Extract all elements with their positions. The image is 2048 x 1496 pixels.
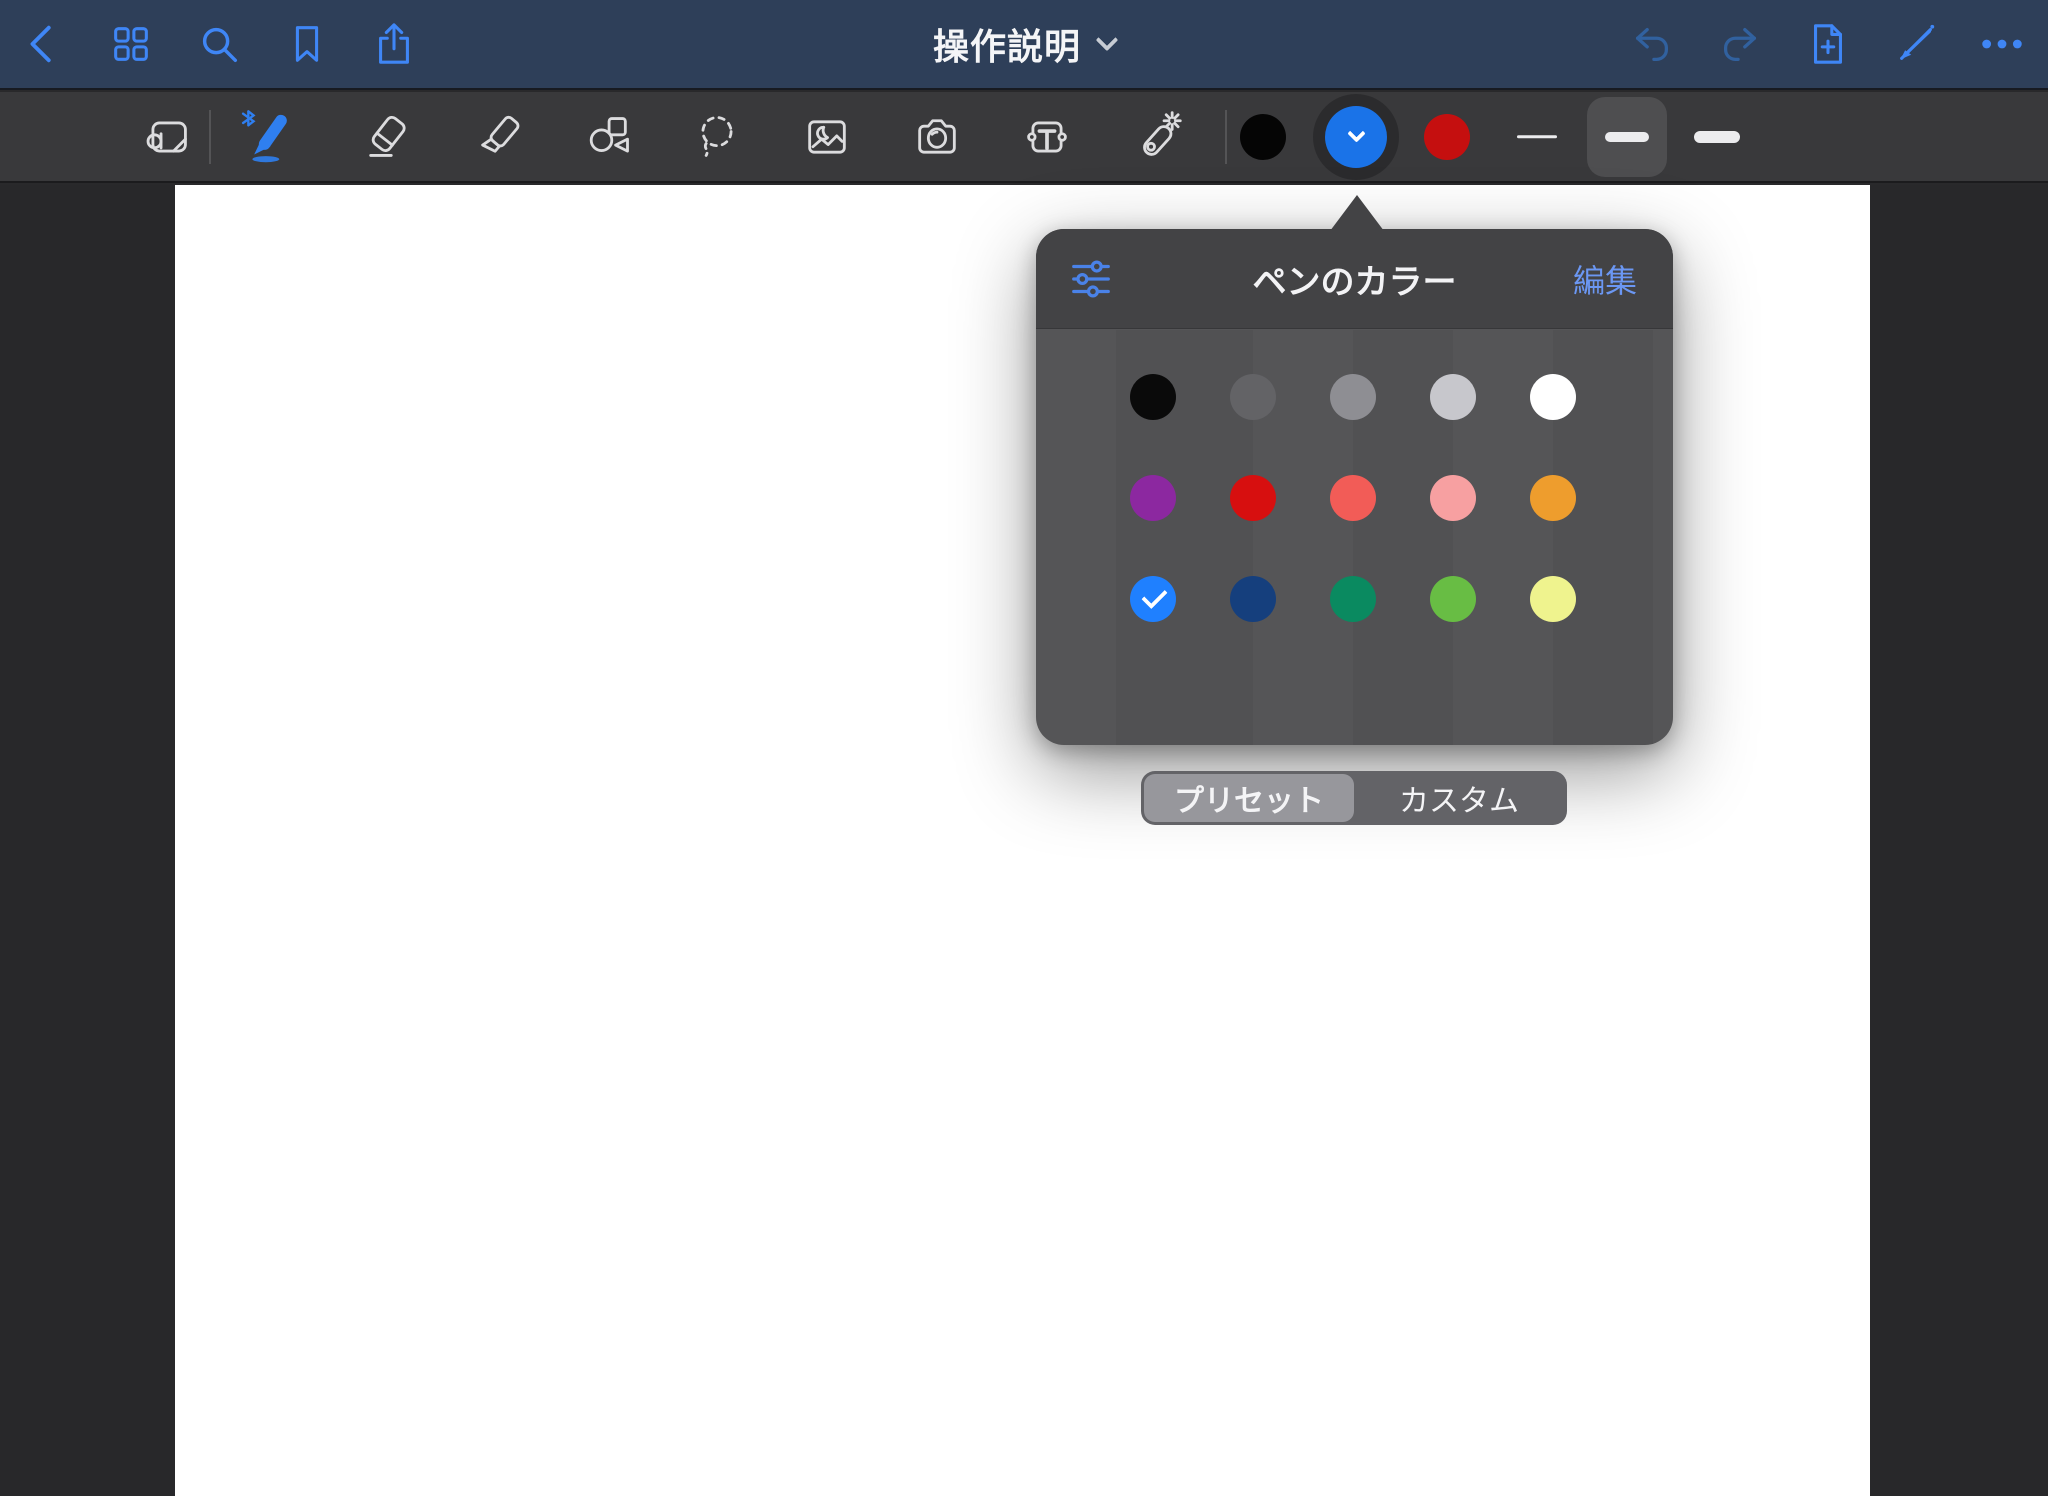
sliders-icon <box>1068 256 1114 302</box>
editing-toolbar <box>0 92 2048 183</box>
text-icon <box>1021 111 1073 163</box>
undo-button[interactable] <box>1628 20 1676 68</box>
image-icon <box>801 111 853 163</box>
stroke-width-thin[interactable] <box>1517 135 1557 139</box>
undo-icon <box>1629 21 1675 67</box>
color-dot-blue <box>1325 106 1387 168</box>
more-icon <box>1979 21 2025 67</box>
laser-pointer-icon <box>1131 111 1183 163</box>
color-swatch-dark-gray[interactable] <box>1230 374 1276 420</box>
edit-colors-button[interactable]: 編集 <box>1573 256 1637 302</box>
share-icon <box>371 21 417 67</box>
bluetooth-icon <box>243 111 254 125</box>
back-button[interactable] <box>19 20 67 68</box>
shapes-icon <box>582 111 634 163</box>
bookmark-button[interactable] <box>283 20 331 68</box>
pen-color-popover: ペンのカラー 編集 プリセット カスタム <box>1036 229 1673 745</box>
bookmark-icon <box>284 21 330 67</box>
eraser-icon <box>362 111 414 163</box>
preset-custom-tabs: プリセット カスタム <box>1141 771 1567 825</box>
lasso-tool-button[interactable] <box>689 109 745 165</box>
color-swatch-pale-yellow[interactable] <box>1530 576 1576 622</box>
color-swatch-pink[interactable] <box>1430 475 1476 521</box>
current-color-button[interactable] <box>1313 94 1399 180</box>
page-panel-icon <box>141 111 193 163</box>
color-swatch-coral[interactable] <box>1330 475 1376 521</box>
stroke-width-medium-bar <box>1605 132 1649 142</box>
toolbar-divider <box>1225 110 1227 164</box>
tab-custom[interactable]: カスタム <box>1354 774 1564 822</box>
pen-settings-button[interactable] <box>1068 256 1114 302</box>
lasso-icon <box>691 111 743 163</box>
popover-title: ペンのカラー <box>1253 254 1457 303</box>
stroke-width-thick[interactable] <box>1694 131 1740 143</box>
thumbnails-button[interactable] <box>107 20 155 68</box>
tab-preset[interactable]: プリセット <box>1144 774 1354 822</box>
search-icon <box>196 21 242 67</box>
camera-icon <box>911 111 963 163</box>
camera-tool-button[interactable] <box>909 109 965 165</box>
eraser-tool-button[interactable] <box>360 109 416 165</box>
canvas-background <box>0 185 2048 1496</box>
laser-tool-button[interactable] <box>1129 109 1185 165</box>
redo-button[interactable] <box>1716 20 1764 68</box>
pen-tool-button[interactable] <box>239 109 295 165</box>
color-swatch-lime-green[interactable] <box>1430 576 1476 622</box>
color-dot-red[interactable] <box>1424 114 1470 160</box>
shapes-tool-button[interactable] <box>580 109 636 165</box>
add-page-icon <box>1805 21 1851 67</box>
redo-icon <box>1717 21 1763 67</box>
image-tool-button[interactable] <box>799 109 855 165</box>
readonly-toggle-button[interactable] <box>1892 20 1940 68</box>
thumbnails-icon <box>108 21 154 67</box>
share-button[interactable] <box>370 20 418 68</box>
chevron-down-icon <box>1347 124 1365 142</box>
popover-body: プリセット カスタム <box>1036 330 1673 745</box>
chevron-down-icon <box>1096 29 1119 52</box>
color-swatch-light-gray[interactable] <box>1430 374 1476 420</box>
color-swatch-white[interactable] <box>1530 374 1576 420</box>
back-icon <box>20 21 66 67</box>
color-swatch-orange[interactable] <box>1530 475 1576 521</box>
goodnotes-app: { "app": { "accent_blue": "#3f86f6", "na… <box>0 0 2048 1496</box>
more-button[interactable] <box>1978 20 2026 68</box>
add-page-button[interactable] <box>1804 20 1852 68</box>
document-title-dropdown[interactable]: 操作説明 <box>933 18 1115 70</box>
pen-slash-icon <box>1893 21 1939 67</box>
swatch-grid <box>1103 346 1603 649</box>
popover-arrow <box>1330 195 1384 231</box>
navigation-bar: 操作説明 <box>0 0 2048 90</box>
color-dot-black[interactable] <box>1240 114 1286 160</box>
highlighter-tool-button[interactable] <box>472 109 528 165</box>
color-swatch-blue[interactable] <box>1130 576 1176 622</box>
color-swatch-gray[interactable] <box>1330 374 1376 420</box>
stroke-width-medium-selected[interactable] <box>1587 97 1667 177</box>
page-title: 操作説明 <box>933 18 1081 70</box>
popover-header: ペンのカラー 編集 <box>1036 229 1673 329</box>
color-swatch-green[interactable] <box>1330 576 1376 622</box>
color-swatch-navy[interactable] <box>1230 576 1276 622</box>
color-swatch-purple[interactable] <box>1130 475 1176 521</box>
page-panel-button[interactable] <box>139 109 195 165</box>
pen-icon <box>239 109 295 165</box>
toolbar-divider <box>209 110 211 164</box>
highlighter-icon <box>474 111 526 163</box>
text-tool-button[interactable] <box>1019 109 1075 165</box>
color-swatch-black[interactable] <box>1130 374 1176 420</box>
search-button[interactable] <box>195 20 243 68</box>
color-swatch-red[interactable] <box>1230 475 1276 521</box>
